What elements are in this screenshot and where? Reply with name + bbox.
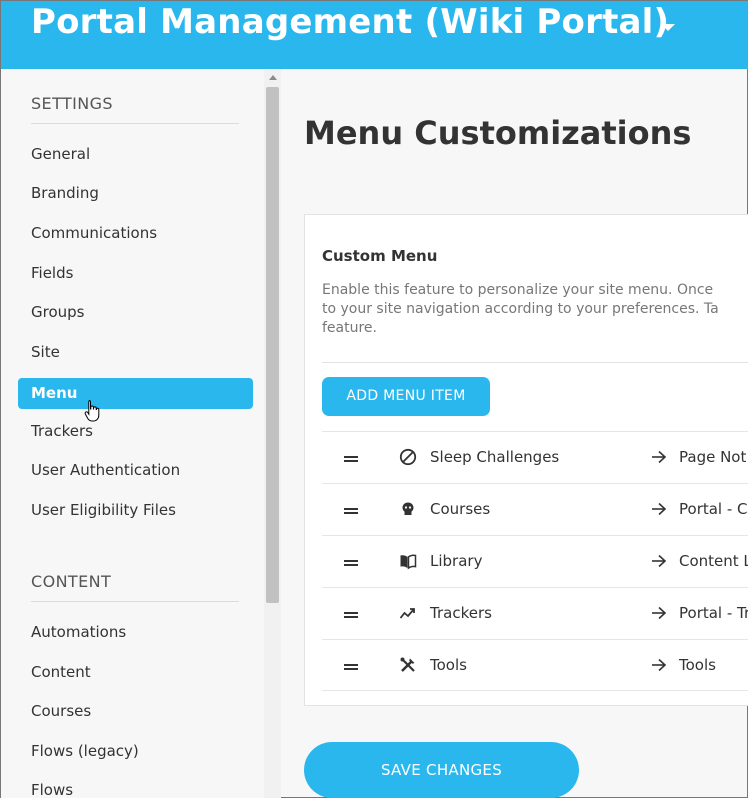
drag-handle-icon[interactable] bbox=[344, 664, 358, 670]
menu-item-target: Tools bbox=[679, 656, 716, 674]
sidebar-item-flows[interactable]: Flows bbox=[18, 775, 253, 798]
portal-title[interactable]: Portal Management (Wiki Portal) bbox=[31, 2, 669, 42]
menu-item-row[interactable]: Tools Tools bbox=[322, 639, 748, 691]
sidebar-item-groups[interactable]: Groups bbox=[18, 297, 253, 328]
hand-cursor-icon bbox=[84, 400, 100, 422]
content-heading: CONTENT bbox=[31, 572, 239, 602]
arrow-right-icon bbox=[652, 450, 667, 464]
book-icon bbox=[400, 554, 417, 570]
menu-item-row[interactable]: Trackers Portal - Tr bbox=[322, 587, 748, 639]
description-line: Enable this feature to personalize your … bbox=[322, 282, 714, 298]
card-description: Enable this feature to personalize your … bbox=[322, 281, 719, 338]
menu-item-row[interactable]: Library Content L bbox=[322, 535, 748, 587]
sidebar-item-site[interactable]: Site bbox=[18, 337, 253, 368]
page-title: Menu Customizations bbox=[304, 114, 692, 152]
sidebar-item-flows-legacy[interactable]: Flows (legacy) bbox=[18, 736, 253, 767]
divider bbox=[322, 362, 748, 363]
sidebar-item-trackers[interactable]: Trackers bbox=[18, 416, 253, 447]
sidebar-item-user-eligibility-files[interactable]: User Eligibility Files bbox=[18, 495, 253, 526]
description-line: to your site navigation according to you… bbox=[322, 301, 719, 317]
arrow-right-icon bbox=[652, 554, 667, 568]
sidebar-item-communications[interactable]: Communications bbox=[18, 218, 253, 249]
trend-icon bbox=[399, 608, 415, 619]
courses-icon bbox=[402, 502, 414, 515]
chevron-down-icon[interactable] bbox=[661, 24, 675, 31]
sidebar-item-automations[interactable]: Automations bbox=[18, 617, 253, 648]
menu-item-row[interactable]: Sleep Challenges Page Not bbox=[322, 431, 748, 483]
sidebar-item-fields[interactable]: Fields bbox=[18, 258, 253, 289]
ban-icon bbox=[399, 448, 417, 466]
arrow-right-icon bbox=[652, 658, 667, 672]
drag-handle-icon[interactable] bbox=[344, 456, 358, 462]
menu-item-row[interactable]: Courses Portal - Co bbox=[322, 483, 748, 535]
scroll-up-arrow-icon[interactable] bbox=[269, 75, 277, 80]
drag-handle-icon[interactable] bbox=[344, 612, 358, 618]
sidebar-item-content[interactable]: Content bbox=[18, 657, 253, 688]
add-menu-item-button[interactable]: ADD MENU ITEM bbox=[322, 377, 490, 416]
sidebar-item-courses[interactable]: Courses bbox=[18, 696, 253, 727]
sidebar-item-general[interactable]: General bbox=[18, 139, 253, 170]
tools-icon bbox=[400, 657, 415, 672]
drag-handle-icon[interactable] bbox=[344, 508, 358, 514]
menu-item-label: Courses bbox=[430, 500, 491, 518]
description-line: feature. bbox=[322, 320, 377, 336]
menu-item-target: Portal - Tr bbox=[679, 604, 748, 622]
menu-item-label: Trackers bbox=[430, 604, 492, 622]
menu-item-target: Content L bbox=[679, 552, 748, 570]
card-title: Custom Menu bbox=[322, 247, 438, 265]
settings-heading: SETTINGS bbox=[31, 94, 239, 124]
arrow-right-icon bbox=[652, 606, 667, 620]
custom-menu-card: Custom Menu Enable this feature to perso… bbox=[304, 214, 748, 706]
menu-item-label: Sleep Challenges bbox=[430, 448, 560, 466]
save-changes-button[interactable]: SAVE CHANGES bbox=[304, 742, 579, 798]
menu-item-label: Tools bbox=[430, 656, 467, 674]
sidebar-item-branding[interactable]: Branding bbox=[18, 178, 253, 209]
arrow-right-icon bbox=[652, 502, 667, 516]
sidebar-scrollbar[interactable] bbox=[264, 69, 281, 798]
menu-item-target: Portal - Co bbox=[679, 500, 748, 518]
sidebar-item-user-authentication[interactable]: User Authentication bbox=[18, 455, 253, 486]
sidebar-item-menu[interactable]: Menu bbox=[18, 378, 253, 409]
menu-item-label: Library bbox=[430, 552, 483, 570]
scrollbar-thumb[interactable] bbox=[266, 87, 279, 603]
drag-handle-icon[interactable] bbox=[344, 560, 358, 566]
menu-item-target: Page Not bbox=[679, 448, 747, 466]
app-header: Portal Management (Wiki Portal) bbox=[1, 1, 748, 69]
sidebar: SETTINGS General Branding Communications… bbox=[1, 69, 281, 798]
